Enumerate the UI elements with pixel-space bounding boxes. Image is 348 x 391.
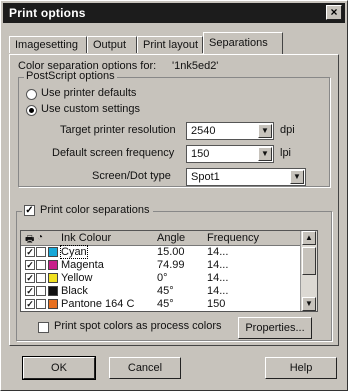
ink-row[interactable]: ✓ Cyan 15.00 14... [21,245,301,259]
ink-angle[interactable]: 74.99 [157,259,185,271]
ink-list[interactable]: 🖶 ◔ Ink Colour Angle Frequency ✓ Cyan 15.0… [20,230,318,312]
dot-type-select[interactable]: Spot1 ▼ [186,168,306,186]
spot-as-process-label[interactable]: Print spot colors as process colors [54,320,222,332]
spot-ink-checkbox[interactable] [36,260,46,270]
ink-name: Cyan [60,245,88,259]
print-ink-checkbox[interactable]: ✓ [25,286,35,296]
spot-ink-checkbox[interactable] [36,299,46,309]
title-bar: Print options × [3,3,345,23]
chevron-down-icon: ▼ [290,170,304,184]
print-ink-checkbox[interactable]: ✓ [25,247,35,257]
ink-swatch [48,247,58,257]
angle-header[interactable]: Angle [157,232,185,244]
use-printer-defaults-label[interactable]: Use printer defaults [41,87,136,99]
help-button[interactable]: Help [265,357,337,379]
spot-ink-checkbox[interactable] [36,273,46,283]
ink-frequency[interactable]: 150 [207,298,225,310]
ink-row[interactable]: ✓ Magenta 74.99 14... [21,259,301,272]
ink-angle[interactable]: 15.00 [157,246,185,258]
print-separations-checkbox[interactable]: ✓ [24,205,35,216]
ok-button[interactable]: OK [22,356,96,380]
ink-frequency[interactable]: 14... [207,246,228,258]
chevron-down-icon: ▼ [258,124,272,138]
ink-frequency[interactable]: 14... [207,259,228,271]
ink-swatch [48,299,58,309]
ink-row[interactable]: ✓ Black 45° 14... [21,285,301,298]
print-separations-label[interactable]: Print color separations [40,204,149,216]
target-resolution-select[interactable]: 2540 ▼ [186,122,274,140]
ink-swatch [48,286,58,296]
cancel-button[interactable]: Cancel [109,357,181,379]
spot-ink-checkbox[interactable] [36,247,46,257]
screen-frequency-select[interactable]: 150 ▼ [186,145,274,163]
tab-imagesetting[interactable]: Imagesetting [9,36,87,53]
target-resolution-unit: dpi [280,124,295,136]
properties-button[interactable]: Properties... [238,317,312,339]
tab-separations[interactable]: Separations [203,32,283,54]
options-for-value: '1nk5ed2' [172,60,219,72]
use-custom-settings-radio[interactable] [26,105,37,116]
use-custom-settings-label[interactable]: Use custom settings [41,103,140,115]
use-printer-defaults-radio[interactable] [26,89,37,100]
ink-angle[interactable]: 45° [157,298,174,310]
ink-name: Black [61,285,88,297]
tab-output[interactable]: Output [87,36,137,53]
ink-name: Pantone 164 C [61,298,135,310]
spot-icon: ◔ [37,232,44,243]
window-title: Print options [9,6,86,20]
ink-colour-header[interactable]: Ink Colour [61,232,111,244]
ink-angle[interactable]: 45° [157,285,174,297]
separations-panel: Color separation options for: '1nk5ed2' … [9,54,339,346]
print-ink-checkbox[interactable]: ✓ [25,299,35,309]
ink-row[interactable]: ✓ Yellow 0° 14... [21,272,301,285]
spot-as-process-checkbox[interactable] [38,322,49,333]
scroll-up-button[interactable]: ▲ [302,231,316,245]
spot-ink-checkbox[interactable] [36,286,46,296]
ink-frequency[interactable]: 14... [207,272,228,284]
scroll-down-button[interactable]: ▼ [302,297,316,311]
ink-angle[interactable]: 0° [157,272,168,284]
postscript-options-label: PostScript options [24,70,117,82]
ink-row[interactable]: ✓ Pantone 164 C 45° 150 [21,298,301,311]
ink-name: Magenta [61,259,104,271]
scroll-thumb[interactable] [302,247,316,275]
ink-list-scrollbar[interactable]: ▲ ▼ [300,231,317,311]
close-button[interactable]: × [326,5,342,20]
print-ink-checkbox[interactable]: ✓ [25,273,35,283]
tab-print-layout[interactable]: Print layout [137,36,203,53]
ink-list-header: 🖶 ◔ Ink Colour Angle Frequency [21,231,301,246]
chevron-down-icon: ▼ [258,147,272,161]
screen-frequency-unit: lpi [280,147,292,159]
ink-frequency[interactable]: 14... [207,285,228,297]
dot-type-label: Screen/Dot type [92,170,171,182]
ink-name: Yellow [61,272,93,284]
print-options-dialog: Print options × Imagesetting Output Prin… [0,0,348,391]
ink-swatch [48,260,58,270]
close-icon: × [330,5,338,19]
ink-swatch [48,273,58,283]
screen-frequency-label: Default screen frequency [52,147,175,159]
print-ink-checkbox[interactable]: ✓ [25,260,35,270]
target-resolution-label: Target printer resolution [60,124,176,136]
print-separations-toggle[interactable]: ✓ Print color separations Print color se… [22,204,154,218]
frequency-header[interactable]: Frequency [207,232,259,244]
